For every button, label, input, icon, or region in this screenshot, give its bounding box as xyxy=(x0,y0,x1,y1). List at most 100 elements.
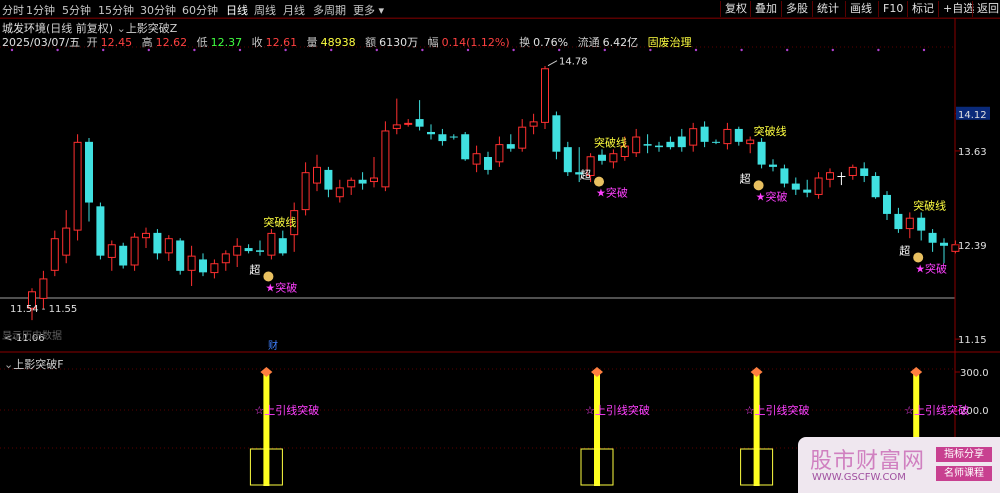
candle xyxy=(210,259,219,279)
candle xyxy=(347,177,356,195)
candle-body xyxy=(267,232,276,256)
candle-body xyxy=(176,240,185,271)
candle-body xyxy=(506,144,515,149)
candle-body xyxy=(940,242,948,246)
candle-body xyxy=(62,227,71,256)
super-label: 超 xyxy=(249,262,260,276)
candle-body xyxy=(256,250,264,252)
candle xyxy=(335,179,344,203)
money-bag-icon xyxy=(753,180,764,191)
high-pointer xyxy=(547,60,558,67)
period-dot xyxy=(649,48,652,52)
watermark-logo-text: 股市财富网 xyxy=(810,449,926,474)
candle-body xyxy=(233,245,242,256)
candle-body xyxy=(905,217,914,230)
chart-frame xyxy=(0,17,1000,493)
sub-panel-title[interactable]: ⌄上影突破F xyxy=(4,356,64,372)
candle xyxy=(780,164,789,188)
signal-bar xyxy=(263,372,270,486)
candle-body xyxy=(541,68,549,123)
candle-body xyxy=(860,168,869,176)
candle-body xyxy=(199,259,207,273)
watermark-tag-course: 名师课程 xyxy=(936,466,992,481)
candle xyxy=(199,253,207,277)
candle-body xyxy=(438,134,447,142)
candle xyxy=(917,212,926,241)
candle xyxy=(940,238,948,264)
candle xyxy=(50,230,59,277)
period-dot xyxy=(375,48,378,52)
candle-body xyxy=(39,278,48,299)
axis-label: 14.12 xyxy=(958,110,987,121)
period-dot xyxy=(694,48,698,52)
candle xyxy=(871,172,880,199)
candle xyxy=(415,100,424,131)
period-dot xyxy=(603,48,606,52)
candle-body xyxy=(666,141,675,148)
candle xyxy=(791,177,800,195)
candle-body xyxy=(301,172,310,211)
candle-body xyxy=(883,194,891,214)
money-bag-icon xyxy=(263,271,274,282)
candle xyxy=(73,134,82,241)
high-label: 14.78 xyxy=(559,57,588,68)
candle xyxy=(244,244,253,254)
candle-body xyxy=(734,128,743,142)
candle xyxy=(392,98,401,135)
candle xyxy=(256,240,264,256)
candle-body xyxy=(552,115,561,152)
breakout-line-label: 突破线 xyxy=(594,135,627,149)
candle-body xyxy=(529,121,538,127)
support-range-label: 11.54 - 11.55 xyxy=(10,304,77,315)
candle xyxy=(278,230,287,256)
candle-body xyxy=(814,177,823,195)
candle xyxy=(313,154,321,192)
candle-body xyxy=(848,166,857,176)
signal-label: ☆上引线突破 xyxy=(904,403,969,417)
candle-body xyxy=(791,183,800,190)
candle xyxy=(427,124,435,140)
period-dot xyxy=(922,48,926,52)
candle-body xyxy=(392,124,401,129)
candle xyxy=(803,179,812,198)
breakout-line-label: 突破线 xyxy=(913,198,946,212)
signal-bar xyxy=(753,372,760,486)
candle-body xyxy=(472,153,481,165)
candle xyxy=(187,245,196,286)
candle xyxy=(689,122,698,152)
candle-body xyxy=(837,175,846,177)
period-dot xyxy=(238,48,242,52)
candle xyxy=(358,172,367,190)
finance-mark: 财 xyxy=(268,339,278,352)
candle xyxy=(666,136,675,150)
candle-body xyxy=(427,131,435,135)
kline-chart[interactable]: 14.78<-11.0611.54 - 11.55显示历史数据财突破线超★突破突… xyxy=(0,0,1000,493)
candle xyxy=(449,134,458,140)
candle-body xyxy=(335,187,344,198)
period-dot xyxy=(558,48,561,52)
candle xyxy=(130,232,139,271)
candle-body xyxy=(404,122,413,125)
candle xyxy=(164,235,173,261)
candle xyxy=(848,164,857,180)
candle xyxy=(632,128,641,158)
breakout-label: ★突破 xyxy=(756,189,788,203)
candle xyxy=(860,162,869,183)
candle-body xyxy=(50,238,59,271)
candle xyxy=(734,126,743,146)
breakout-label: ★突破 xyxy=(596,186,628,200)
candle xyxy=(552,111,561,160)
candle xyxy=(153,229,162,260)
candle xyxy=(643,134,652,154)
sub-dropdown-icon[interactable]: ⌄ xyxy=(4,358,13,371)
candle xyxy=(723,122,732,150)
candle xyxy=(837,172,846,186)
candle xyxy=(301,162,310,216)
candle-body xyxy=(769,164,777,167)
candle-body xyxy=(780,168,789,184)
candle-body xyxy=(677,136,686,148)
candle xyxy=(928,229,937,252)
sub-indicator-name[interactable]: 上影突破F xyxy=(13,358,63,371)
candle-body xyxy=(746,139,755,145)
candle xyxy=(85,138,93,222)
